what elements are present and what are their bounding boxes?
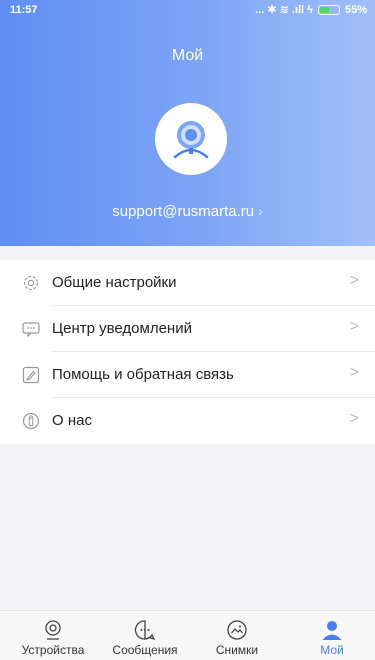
status-bar: 11:57 ... ✱ ≋ .ıll ϟ 55% <box>0 0 375 24</box>
battery-icon <box>317 4 340 15</box>
gear-icon <box>23 275 39 291</box>
chevron-right-icon: > <box>349 272 359 289</box>
chevron-right-icon: > <box>349 318 359 335</box>
tab-label: Мой <box>320 643 344 657</box>
chevron-right-icon: > <box>349 410 359 427</box>
menu-label: О нас <box>52 412 92 429</box>
status-indicators: ... ✱ ≋ .ıll ϟ 55% <box>255 3 367 17</box>
battery-percent: 55% <box>344 3 367 16</box>
signal-icons: ... ✱ ≋ .ıll ϟ <box>255 4 313 16</box>
page-title: Мой <box>171 47 204 64</box>
bottom-tab-bar: Устройства Сообщения Снимки Мой <box>0 610 375 660</box>
camera-icon <box>45 620 61 640</box>
chat-icon <box>134 620 156 641</box>
photo-icon <box>227 620 247 640</box>
menu-label: Центр уведомлений <box>52 320 192 337</box>
menu-item-notification-center[interactable]: Центр уведомлений > <box>0 306 375 352</box>
info-icon <box>22 412 40 430</box>
avatar[interactable] <box>155 103 227 175</box>
settings-menu: Общие настройки > Центр уведомлений > По… <box>0 260 375 444</box>
menu-label: Общие настройки <box>52 274 177 291</box>
status-time: 11:57 <box>10 4 38 16</box>
camera-avatar-icon <box>173 121 209 159</box>
person-icon <box>322 621 342 640</box>
menu-item-general-settings[interactable]: Общие настройки > <box>0 260 375 306</box>
tab-messages[interactable]: Сообщения <box>100 611 190 660</box>
tab-devices[interactable]: Устройства <box>8 611 98 660</box>
chevron-right-icon: › <box>258 203 263 219</box>
chevron-right-icon: > <box>349 364 359 381</box>
battery-fill <box>319 6 329 13</box>
account-link[interactable]: support@rusmarta.ru › <box>0 203 375 220</box>
tab-snapshots[interactable]: Снимки <box>192 611 282 660</box>
tab-label: Снимки <box>215 643 259 657</box>
menu-item-about[interactable]: О нас > <box>0 398 375 444</box>
message-icon <box>22 322 40 338</box>
profile-header: 11:57 ... ✱ ≋ .ıll ϟ 55% Мой support@rus… <box>0 0 375 246</box>
tab-label: Устройства <box>21 643 85 657</box>
account-email: support@rusmarta.ru <box>112 203 255 220</box>
edit-icon <box>22 366 40 384</box>
menu-label: Помощь и обратная связь <box>52 366 234 383</box>
menu-item-help-feedback[interactable]: Помощь и обратная связь > <box>0 352 375 398</box>
tab-label: Сообщения <box>112 643 178 657</box>
tab-mine[interactable]: Мой <box>287 611 375 660</box>
